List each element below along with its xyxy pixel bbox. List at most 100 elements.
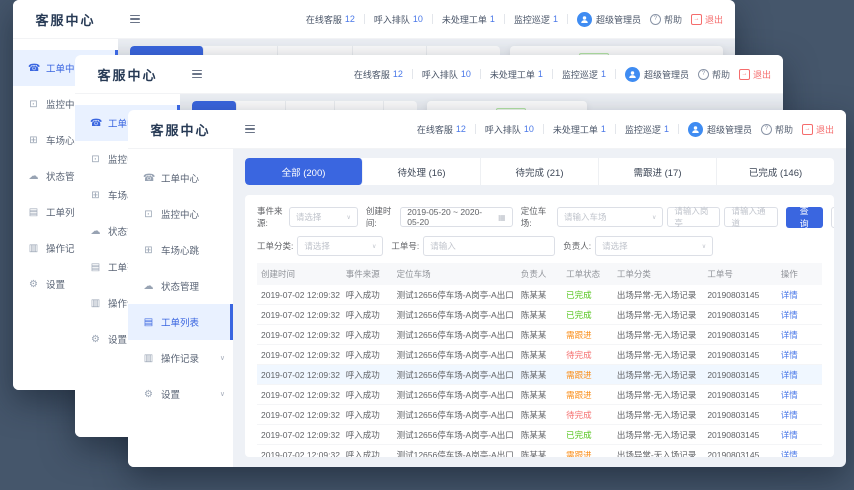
detail-link[interactable]: 详情 — [781, 430, 798, 440]
table-row[interactable]: 2019-07-02 12:09:32呼入成功测试12656停车场-A岗亭-A出… — [257, 425, 822, 445]
table-header-row: 创建时间事件来源定位车场负责人工单状态工单分类工单号操作 — [257, 263, 822, 285]
header-metric-1[interactable]: 呼入排队10 — [485, 123, 534, 136]
header-metric-2[interactable]: 未处理工单1 — [442, 13, 495, 26]
sidebar-item-5[interactable]: ▥操作记录∨ — [128, 340, 233, 376]
search-button[interactable]: 查询 — [786, 207, 823, 228]
sidebar-collapse-icon[interactable] — [130, 15, 140, 24]
tab-0[interactable]: 全部 (200) — [245, 158, 363, 185]
sidebar-item-0[interactable]: ☎工单中心 — [128, 160, 233, 196]
list-icon: ▤ — [90, 262, 101, 273]
header-metric-3[interactable]: 监控巡逻1 — [562, 68, 606, 81]
metric-label: 在线客服 — [417, 123, 453, 136]
reset-button[interactable]: 重置 — [831, 207, 834, 228]
detail-link[interactable]: 详情 — [781, 290, 798, 300]
sidebar-item-1[interactable]: ⊡监控中心 — [128, 196, 233, 232]
help-button[interactable]: ?帮助 — [761, 123, 793, 136]
sidebar-collapse-icon[interactable] — [245, 125, 255, 134]
desktop-background: 客服中心 在线客服12呼入排队10未处理工单1监控巡逻1超级管理员?帮助→退出 … — [0, 0, 854, 490]
cell-lot: 测试12656停车场-A岗亭-A出口 — [393, 345, 517, 365]
select-placeholder: 请选择 — [296, 211, 322, 223]
table-row[interactable]: 2019-07-02 12:09:32呼入成功测试12656停车场-A岗亭-A出… — [257, 305, 822, 325]
filter-category: 工单分类: 请选择 ∨ — [257, 236, 383, 256]
table-row[interactable]: 2019-07-02 12:09:32呼入成功测试12656停车场-A岗亭-A出… — [257, 325, 822, 345]
divider — [412, 69, 413, 79]
cell-action: 详情 — [777, 285, 822, 305]
metric-value: 12 — [345, 14, 355, 24]
header-metric-1[interactable]: 呼入排队10 — [374, 13, 423, 26]
help-button[interactable]: ?帮助 — [650, 13, 682, 26]
sidebar-item-2[interactable]: ⊞车场心跳 — [128, 232, 233, 268]
header-metric-3[interactable]: 监控巡逻1 — [625, 123, 669, 136]
exit-icon: → — [739, 69, 750, 80]
header-metric-1[interactable]: 呼入排队10 — [422, 68, 471, 81]
header-metric-0[interactable]: 在线客服12 — [306, 13, 355, 26]
record-icon: ▥ — [143, 353, 154, 364]
help-icon: ? — [698, 69, 709, 80]
grid-icon: ⊞ — [143, 245, 154, 256]
divider — [364, 14, 365, 24]
user-menu[interactable]: 超级管理员 — [577, 12, 641, 27]
status-badge: 需跟进 — [566, 390, 592, 400]
user-menu[interactable]: 超级管理员 — [625, 67, 689, 82]
header-metric-0[interactable]: 在线客服12 — [354, 68, 403, 81]
table-row[interactable]: 2019-07-02 12:09:32呼入成功测试12656停车场-A岗亭-A出… — [257, 285, 822, 305]
detail-link[interactable]: 详情 — [781, 350, 798, 360]
cell-lot: 测试12656停车场-A岗亭-A出口 — [393, 365, 517, 385]
cell-action: 详情 — [777, 425, 822, 445]
detail-link[interactable]: 详情 — [781, 450, 798, 458]
detail-link[interactable]: 详情 — [781, 390, 798, 400]
detail-link[interactable]: 详情 — [781, 310, 798, 320]
cell-category: 出场异常-无入场记录 — [613, 405, 703, 425]
cell-source: 呼入成功 — [342, 345, 393, 365]
category-select[interactable]: 请选择 ∨ — [297, 236, 383, 256]
table-row[interactable]: 2019-07-02 12:09:32呼入成功测试12656停车场-A岗亭-A出… — [257, 345, 822, 365]
logout-button[interactable]: →退出 — [802, 123, 834, 136]
cell-time: 2019-07-02 12:09:32 — [257, 385, 342, 405]
date-range-value: 2019-05-20 ~ 2020-05-20 — [407, 207, 494, 227]
filter-label: 负责人: — [563, 240, 591, 252]
cell-source: 呼入成功 — [342, 425, 393, 445]
header-metric-2[interactable]: 未处理工单1 — [490, 68, 543, 81]
channel-input[interactable]: 请输入通道 — [724, 207, 777, 227]
tab-4[interactable]: 已完成 (146) — [717, 158, 834, 185]
tab-3[interactable]: 需跟进 (17) — [599, 158, 717, 185]
header-right: 在线客服12 呼入排队10 未处理工单1 监控巡逻1 超级管理员 ?帮助 →退出 — [354, 67, 783, 82]
cell-order_no: 20190803145 — [703, 385, 776, 405]
owner-select[interactable]: 请选择 ∨ — [595, 236, 713, 256]
logout-button[interactable]: →退出 — [691, 13, 723, 26]
detail-link[interactable]: 详情 — [781, 410, 798, 420]
table-row[interactable]: 2019-07-02 12:09:32呼入成功测试12656停车场-A岗亭-A出… — [257, 365, 822, 385]
parking-lot-select[interactable]: 请输入车场 ∨ — [557, 207, 663, 227]
detail-link[interactable]: 详情 — [781, 330, 798, 340]
user-name: 超级管理员 — [707, 123, 752, 136]
brand-logo: 客服中心 — [13, 10, 118, 29]
date-range-picker[interactable]: 2019-05-20 ~ 2020-05-20 ▦ — [400, 207, 513, 227]
divider — [475, 124, 476, 134]
tab-1[interactable]: 待处理 (16) — [363, 158, 481, 185]
cell-time: 2019-07-02 12:09:32 — [257, 285, 342, 305]
header-metric-2[interactable]: 未处理工单1 — [553, 123, 606, 136]
order-no-input[interactable]: 请输入 — [423, 236, 555, 256]
sidebar-item-4[interactable]: ▤工单列表 — [128, 304, 233, 340]
sidebar-item-6[interactable]: ⚙设置∨ — [128, 376, 233, 412]
event-source-select[interactable]: 请选择 ∨ — [289, 207, 358, 227]
logout-button[interactable]: →退出 — [739, 68, 771, 81]
header-metric-3[interactable]: 监控巡逻1 — [514, 13, 558, 26]
cell-category: 出场异常-无入场记录 — [613, 305, 703, 325]
help-button[interactable]: ?帮助 — [698, 68, 730, 81]
table-row[interactable]: 2019-07-02 12:09:32呼入成功测试12656停车场-A岗亭-A出… — [257, 405, 822, 425]
user-menu[interactable]: 超级管理员 — [688, 122, 752, 137]
sidebar: ☎工单中心⊡监控中心⊞车场心跳☁状态管理▤工单列表▥操作记录∨⚙设置∨ — [128, 148, 233, 467]
booth-input[interactable]: 请输入岗亭 — [667, 207, 720, 227]
cell-category: 出场异常-无入场记录 — [613, 365, 703, 385]
tab-2[interactable]: 待完成 (21) — [481, 158, 599, 185]
help-icon: ? — [650, 14, 661, 25]
sidebar-collapse-icon[interactable] — [192, 70, 202, 79]
cell-time: 2019-07-02 12:09:32 — [257, 425, 342, 445]
cell-order_no: 20190803145 — [703, 285, 776, 305]
sidebar-item-3[interactable]: ☁状态管理 — [128, 268, 233, 304]
table-row[interactable]: 2019-07-02 12:09:32呼入成功测试12656停车场-A岗亭-A出… — [257, 385, 822, 405]
header-metric-0[interactable]: 在线客服12 — [417, 123, 466, 136]
table-row[interactable]: 2019-07-02 12:09:32呼入成功测试12656停车场-A岗亭-A出… — [257, 445, 822, 458]
detail-link[interactable]: 详情 — [781, 370, 798, 380]
